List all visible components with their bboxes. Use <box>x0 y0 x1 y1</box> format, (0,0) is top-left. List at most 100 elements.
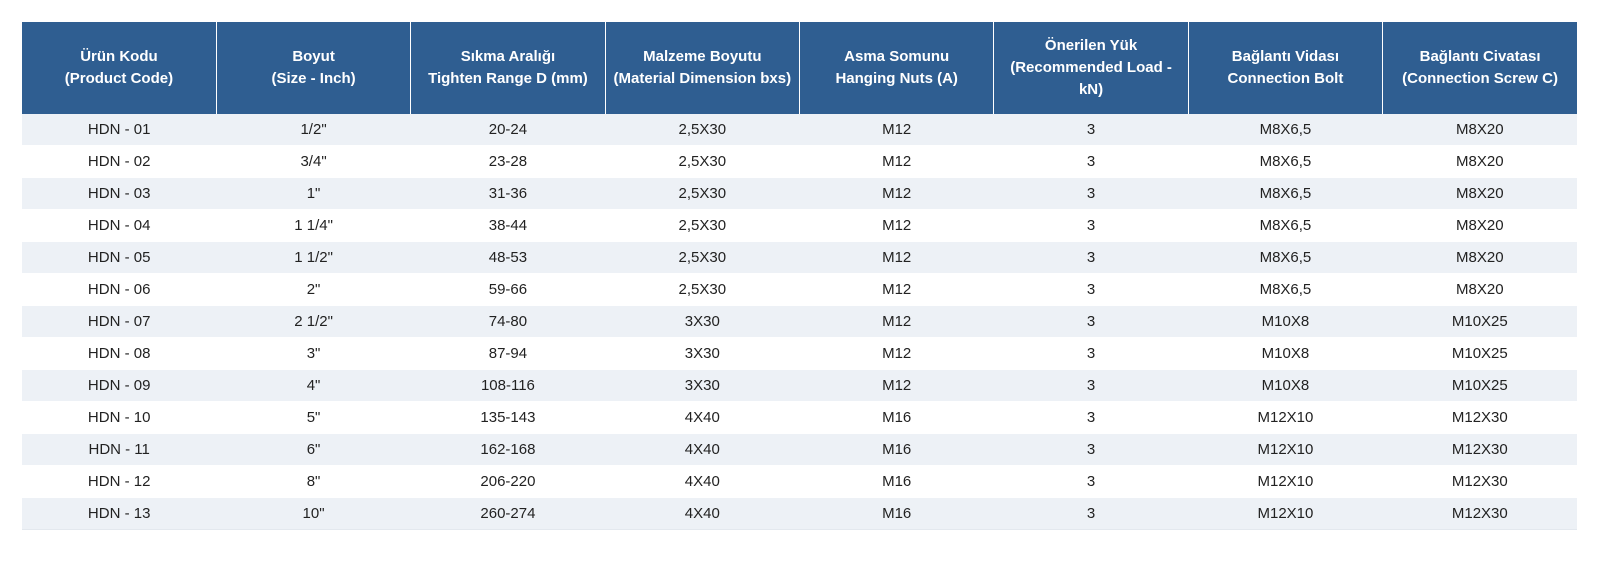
cell-product-code: HDN - 11 <box>22 433 217 466</box>
cell-connection-screw: M12X30 <box>1382 401 1577 434</box>
cell-material-dimension: 3X30 <box>605 369 800 402</box>
cell-material-dimension: 2,5X30 <box>605 241 800 274</box>
cell-recommended-load: 3 <box>993 401 1189 434</box>
cell-size: 4" <box>216 369 411 402</box>
header-size: Boyut (Size - Inch) <box>215 22 412 114</box>
table-row: HDN - 06 2" 59-66 2,5X30 M12 3 M8X6,5 M8X20 <box>22 273 1577 306</box>
cell-connection-screw: M10X25 <box>1382 337 1577 370</box>
header-line: Bağlantı Civatası <box>1419 48 1541 65</box>
cell-size: 2" <box>216 273 411 306</box>
cell-hanging-nuts: M12 <box>799 241 994 274</box>
cell-connection-bolt: M12X10 <box>1188 433 1383 466</box>
cell-size: 3" <box>216 337 411 370</box>
header-recommended-load: Önerilen Yük (Recommended Load - kN) <box>993 22 1189 114</box>
cell-connection-screw: M12X30 <box>1382 465 1577 498</box>
cell-hanging-nuts: M16 <box>799 497 994 530</box>
cell-connection-bolt: M8X6,5 <box>1188 145 1383 178</box>
cell-size: 1 1/2" <box>216 241 411 274</box>
header-material-dimension: Malzeme Boyutu (Material Dimension bxs) <box>604 22 801 114</box>
cell-connection-bolt: M10X8 <box>1188 369 1383 402</box>
cell-tighten-range: 31-36 <box>410 177 606 210</box>
cell-connection-bolt: M8X6,5 <box>1188 209 1383 242</box>
cell-product-code: HDN - 12 <box>22 465 217 498</box>
table-row: HDN - 09 4" 108-116 3X30 M12 3 M10X8 M10X25 <box>22 369 1577 402</box>
cell-connection-screw: M8X20 <box>1382 177 1577 210</box>
cell-tighten-range: 87-94 <box>410 337 606 370</box>
header-line: (Recommended Load - <box>1010 59 1172 76</box>
cell-connection-screw: M8X20 <box>1382 145 1577 178</box>
cell-material-dimension: 4X40 <box>605 497 800 530</box>
table-row: HDN - 01 1/2" 20-24 2,5X30 M12 3 M8X6,5 M8X20 <box>22 114 1577 146</box>
cell-tighten-range: 135-143 <box>410 401 606 434</box>
table-row: HDN - 10 5" 135-143 4X40 M16 3 M12X10 M12X30 <box>22 401 1577 434</box>
header-line: (Connection Screw C) <box>1402 70 1558 87</box>
cell-product-code: HDN - 06 <box>22 273 217 306</box>
product-spec-table: Ürün Kodu (Product Code) Boyut (Size - Inch… <box>22 22 1577 530</box>
cell-connection-screw: M8X20 <box>1382 273 1577 306</box>
cell-tighten-range: 59-66 <box>410 273 606 306</box>
cell-material-dimension: 2,5X30 <box>605 114 800 146</box>
cell-product-code: HDN - 04 <box>22 209 217 242</box>
cell-connection-screw: M8X20 <box>1382 241 1577 274</box>
cell-recommended-load: 3 <box>993 465 1189 498</box>
cell-tighten-range: 206-220 <box>410 465 606 498</box>
cell-product-code: HDN - 03 <box>22 177 217 210</box>
header-line: Connection Bolt <box>1227 70 1344 87</box>
cell-product-code: HDN - 07 <box>22 305 217 338</box>
cell-recommended-load: 3 <box>993 114 1189 146</box>
header-connection-bolt: Bağlantı Vidası Connection Bolt <box>1187 22 1384 114</box>
header-line: kN) <box>1078 81 1104 98</box>
cell-product-code: HDN - 10 <box>22 401 217 434</box>
table-row: HDN - 02 3/4" 23-28 2,5X30 M12 3 M8X6,5 M8X20 <box>22 145 1577 178</box>
header-line: Malzeme Boyutu <box>643 48 762 65</box>
cell-size: 10" <box>216 497 411 530</box>
cell-hanging-nuts: M12 <box>799 209 994 242</box>
cell-material-dimension: 2,5X30 <box>605 209 800 242</box>
cell-material-dimension: 4X40 <box>605 465 800 498</box>
table-row: HDN - 04 1 1/4" 38-44 2,5X30 M12 3 M8X6,5 M8X20 <box>22 209 1577 242</box>
table-row: HDN - 08 3" 87-94 3X30 M12 3 M10X8 M10X25 <box>22 337 1577 370</box>
cell-tighten-range: 108-116 <box>410 369 606 402</box>
cell-connection-bolt: M12X10 <box>1188 465 1383 498</box>
table-row: HDN - 11 6" 162-168 4X40 M16 3 M12X10 M12X30 <box>22 433 1577 466</box>
cell-size: 5" <box>216 401 411 434</box>
cell-hanging-nuts: M12 <box>799 305 994 338</box>
header-product-code: Ürün Kodu (Product Code) <box>22 22 217 114</box>
cell-material-dimension: 2,5X30 <box>605 273 800 306</box>
header-line: Asma Somunu <box>844 48 950 65</box>
cell-connection-screw: M8X20 <box>1382 209 1577 242</box>
table-body: HDN - 01 1/2" 20-24 2,5X30 M12 3 M8X6,5 M8X20 HD… <box>22 114 1577 530</box>
cell-connection-bolt: M8X6,5 <box>1188 114 1383 146</box>
cell-size: 1 1/4" <box>216 209 411 242</box>
cell-tighten-range: 162-168 <box>410 433 606 466</box>
cell-connection-bolt: M12X10 <box>1188 401 1383 434</box>
header-line: (Material Dimension bxs) <box>613 70 792 87</box>
table-row: HDN - 03 1" 31-36 2,5X30 M12 3 M8X6,5 M8X20 <box>22 177 1577 210</box>
cell-recommended-load: 3 <box>993 145 1189 178</box>
cell-connection-bolt: M8X6,5 <box>1188 273 1383 306</box>
cell-recommended-load: 3 <box>993 497 1189 530</box>
cell-size: 6" <box>216 433 411 466</box>
table-row: HDN - 07 2 1/2" 74-80 3X30 M12 3 M10X8 M10X25 <box>22 305 1577 338</box>
header-line: Hanging Nuts (A) <box>835 70 958 87</box>
cell-size: 2 1/2" <box>216 305 411 338</box>
header-line: Boyut <box>292 48 335 65</box>
cell-product-code: HDN - 05 <box>22 241 217 274</box>
cell-hanging-nuts: M16 <box>799 465 994 498</box>
cell-connection-screw: M8X20 <box>1382 114 1577 146</box>
header-hanging-nuts: Asma Somunu Hanging Nuts (A) <box>798 22 995 114</box>
cell-product-code: HDN - 02 <box>22 145 217 178</box>
cell-hanging-nuts: M12 <box>799 273 994 306</box>
header-line: (Product Code) <box>64 70 174 87</box>
table-row: HDN - 12 8" 206-220 4X40 M16 3 M12X10 M12X30 <box>22 465 1577 498</box>
table-row: HDN - 05 1 1/2" 48-53 2,5X30 M12 3 M8X6,5 M8X20 <box>22 241 1577 274</box>
cell-hanging-nuts: M12 <box>799 337 994 370</box>
header-line: Tighten Range D (mm) <box>428 70 588 87</box>
cell-product-code: HDN - 13 <box>22 497 217 530</box>
cell-material-dimension: 3X30 <box>605 305 800 338</box>
cell-material-dimension: 3X30 <box>605 337 800 370</box>
cell-hanging-nuts: M12 <box>799 114 994 146</box>
cell-tighten-range: 23-28 <box>410 145 606 178</box>
cell-connection-screw: M12X30 <box>1382 433 1577 466</box>
cell-connection-screw: M10X25 <box>1382 369 1577 402</box>
